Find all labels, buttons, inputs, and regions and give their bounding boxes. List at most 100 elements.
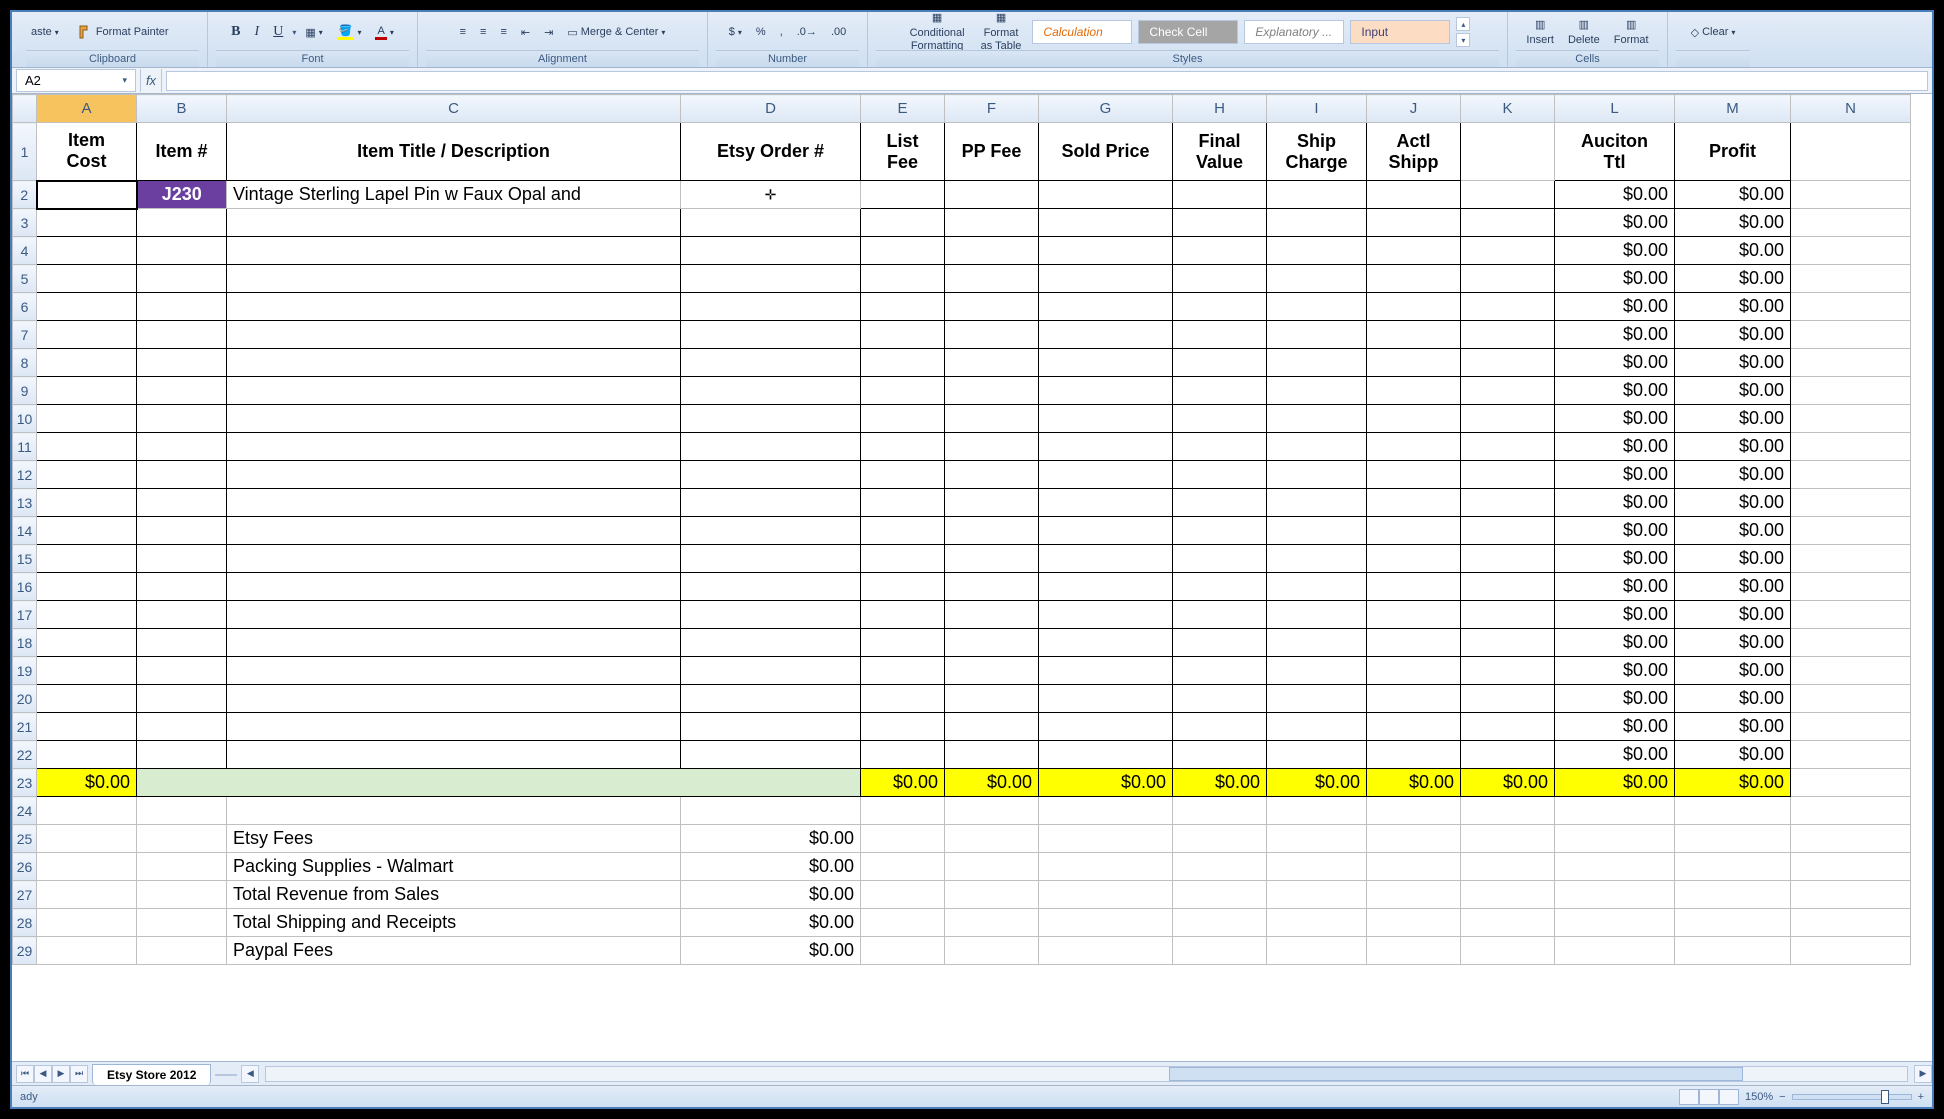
cell[interactable] — [1367, 685, 1461, 713]
cell[interactable] — [945, 237, 1039, 265]
cell[interactable]: $0.00 — [1675, 433, 1791, 461]
cell[interactable] — [227, 293, 681, 321]
cell[interactable] — [861, 433, 945, 461]
cell[interactable] — [1555, 881, 1675, 909]
cell[interactable] — [1461, 629, 1555, 657]
cell[interactable] — [1173, 713, 1267, 741]
style-check-cell[interactable]: Check Cell — [1138, 20, 1238, 44]
cell[interactable]: $0.00 — [1675, 601, 1791, 629]
cell[interactable] — [1367, 881, 1461, 909]
cell[interactable] — [1675, 853, 1791, 881]
cell[interactable] — [945, 881, 1039, 909]
row-header[interactable]: 28 — [13, 909, 37, 937]
cell[interactable] — [861, 321, 945, 349]
cell[interactable] — [1173, 181, 1267, 209]
cell[interactable] — [1267, 713, 1367, 741]
cell[interactable] — [137, 713, 227, 741]
styles-scroll-up[interactable]: ▴ — [1456, 17, 1470, 31]
cell[interactable] — [1173, 937, 1267, 965]
cell[interactable] — [1555, 853, 1675, 881]
cell[interactable] — [945, 293, 1039, 321]
cell[interactable] — [1367, 405, 1461, 433]
cell[interactable]: $0.00 — [1555, 517, 1675, 545]
cell[interactable] — [1267, 517, 1367, 545]
tab-nav-first[interactable]: ⏮ — [16, 1065, 34, 1083]
header-cell[interactable]: FinalValue — [1173, 123, 1267, 181]
hscroll-track[interactable] — [265, 1066, 1908, 1082]
cell[interactable] — [37, 685, 137, 713]
cell[interactable] — [1267, 405, 1367, 433]
cell[interactable] — [1039, 685, 1173, 713]
cell[interactable] — [137, 517, 227, 545]
cell-K23[interactable]: $0.00 — [1461, 769, 1555, 797]
cell-M23[interactable]: $0.00 — [1675, 769, 1791, 797]
cell[interactable]: $0.00 — [1555, 461, 1675, 489]
cell[interactable] — [1039, 713, 1173, 741]
cell[interactable] — [1791, 489, 1911, 517]
cell[interactable] — [1791, 937, 1911, 965]
cell[interactable] — [945, 713, 1039, 741]
cell[interactable] — [227, 629, 681, 657]
view-page-layout[interactable] — [1699, 1089, 1719, 1105]
row-header[interactable]: 20 — [13, 685, 37, 713]
cell[interactable] — [137, 601, 227, 629]
col-header-J[interactable]: J — [1367, 95, 1461, 123]
cell[interactable]: $0.00 — [1555, 265, 1675, 293]
cell[interactable] — [227, 713, 681, 741]
cell[interactable] — [37, 881, 137, 909]
fill-color-button[interactable]: 🪣▾ — [332, 21, 367, 43]
cell-J23[interactable]: $0.00 — [1367, 769, 1461, 797]
styles-more[interactable]: ▾ — [1456, 33, 1470, 47]
row-header[interactable]: 15 — [13, 545, 37, 573]
cell[interactable] — [1039, 265, 1173, 293]
header-cell[interactable]: ShipCharge — [1267, 123, 1367, 181]
cell[interactable] — [1367, 825, 1461, 853]
cell[interactable] — [1791, 293, 1911, 321]
cell[interactable] — [137, 489, 227, 517]
summary-value[interactable]: $0.00 — [681, 909, 861, 937]
cell-L23[interactable]: $0.00 — [1555, 769, 1675, 797]
header-cell[interactable] — [1791, 123, 1911, 181]
cell-I23[interactable]: $0.00 — [1267, 769, 1367, 797]
cell[interactable] — [1675, 881, 1791, 909]
col-header-E[interactable]: E — [861, 95, 945, 123]
cell[interactable] — [1173, 237, 1267, 265]
style-explanatory[interactable]: Explanatory ... — [1244, 20, 1344, 44]
cell[interactable] — [681, 377, 861, 405]
col-header-D[interactable]: D — [681, 95, 861, 123]
cell[interactable] — [1461, 237, 1555, 265]
cell[interactable] — [227, 461, 681, 489]
decrease-decimal-button[interactable]: .00 — [826, 23, 851, 41]
cell[interactable]: $0.00 — [1555, 349, 1675, 377]
cell[interactable] — [681, 433, 861, 461]
cell[interactable] — [137, 797, 227, 825]
indent-increase-button[interactable]: ⇥ — [539, 23, 558, 42]
cell[interactable] — [1555, 825, 1675, 853]
cell[interactable] — [1267, 825, 1367, 853]
cell[interactable] — [1791, 181, 1911, 209]
zoom-out[interactable]: − — [1779, 1091, 1785, 1103]
cell[interactable] — [945, 349, 1039, 377]
cell[interactable] — [1791, 265, 1911, 293]
cell[interactable] — [1267, 265, 1367, 293]
cell[interactable] — [945, 209, 1039, 237]
cell[interactable] — [137, 433, 227, 461]
cell[interactable] — [1039, 573, 1173, 601]
cell[interactable] — [1173, 909, 1267, 937]
header-cell[interactable]: Etsy Order # — [681, 123, 861, 181]
cell[interactable] — [681, 517, 861, 545]
summary-label[interactable]: Total Shipping and Receipts — [227, 909, 681, 937]
cell[interactable] — [1791, 461, 1911, 489]
cell[interactable] — [227, 601, 681, 629]
cell[interactable]: $0.00 — [1675, 629, 1791, 657]
cell[interactable] — [137, 349, 227, 377]
cell[interactable] — [1173, 825, 1267, 853]
col-header-N[interactable]: N — [1791, 95, 1911, 123]
cell[interactable] — [1461, 545, 1555, 573]
new-sheet-button[interactable] — [215, 1074, 237, 1076]
row-header[interactable]: 7 — [13, 321, 37, 349]
cell[interactable] — [681, 797, 861, 825]
cell[interactable] — [1039, 209, 1173, 237]
cell[interactable]: $0.00 — [1555, 573, 1675, 601]
underline-button[interactable]: U — [268, 21, 288, 43]
